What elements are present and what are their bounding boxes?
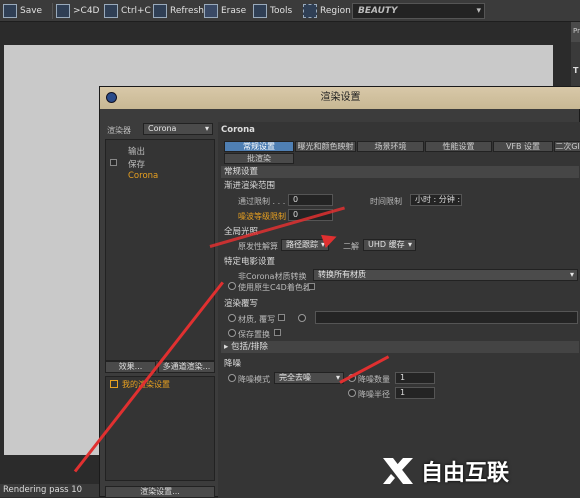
refresh-button[interactable]: Refresh (153, 3, 204, 19)
region-icon (303, 4, 317, 18)
watermark-logo: 自由互联 (381, 452, 576, 490)
send-to-c4d-button[interactable]: >C4D (56, 3, 99, 19)
section-progressive: 渐进渲染范围 (224, 181, 276, 191)
tree-item-corona[interactable]: Corona (128, 171, 158, 181)
renderer-select[interactable]: Corona (143, 123, 213, 135)
effects-button[interactable]: 效果... (105, 361, 156, 373)
panel-title: Corona (221, 125, 255, 135)
tab-batch[interactable]: 批渲染 (224, 153, 294, 164)
non-corona-select[interactable]: 转换所有材质 (313, 269, 578, 281)
section-denoise: 降噪 (224, 359, 242, 369)
multipass-button[interactable]: 多通道渲染... (158, 361, 215, 373)
save-icon (3, 4, 17, 18)
tab-environment[interactable]: 场景环境 (357, 141, 424, 152)
dialog-titlebar[interactable]: 渲染设置 (100, 87, 580, 109)
right-panel-tab[interactable]: Pr (571, 22, 580, 42)
render-settings-dialog: 渲染设置 渲染器 Corona 输出 保存 Corona 效果... 多通道渲染… (99, 86, 580, 498)
pass-limit-input[interactable]: 0 (288, 194, 333, 206)
section-general[interactable]: 常规设置 (221, 166, 579, 178)
section-override: 渲染覆写 (224, 299, 259, 309)
c4d-icon (56, 4, 70, 18)
region-button[interactable]: Region (303, 3, 351, 19)
include-exclude-toggle[interactable]: ▸ 包括/排除 (221, 341, 579, 353)
chevron-down-icon: ▾ (476, 6, 481, 16)
c4d-shader-checkbox[interactable] (308, 283, 315, 290)
tab-secondary-gi[interactable]: 二次GI (554, 141, 580, 152)
copy-button[interactable]: Ctrl+C (104, 3, 151, 19)
c4d-shader-radio[interactable] (228, 282, 236, 290)
tab-vfb[interactable]: VFB 设置 (493, 141, 553, 152)
mtl-override-checkbox[interactable] (278, 314, 285, 321)
mtl-link-radio[interactable] (298, 314, 306, 322)
denoise-radius-input[interactable]: 1 (395, 387, 435, 399)
tab-performance[interactable]: 性能设置 (425, 141, 492, 152)
denoise-mode-radio[interactable] (228, 374, 236, 382)
settings-icon (110, 380, 118, 388)
secondary-solver-select[interactable]: UHD 缓存 (363, 239, 416, 251)
denoise-amount-input[interactable]: 1 (395, 372, 435, 384)
dialog-title: 渲染设置 (320, 92, 361, 103)
tab-exposure[interactable]: 曝光和颜色映射 (295, 141, 356, 152)
erase-button[interactable]: Erase (204, 3, 246, 19)
tools-button[interactable]: Tools (253, 3, 292, 19)
tree-item-output[interactable]: 输出 (128, 145, 145, 157)
save-button[interactable]: Save (3, 3, 42, 19)
denoise-mode-select[interactable]: 完全去噪 (274, 372, 344, 384)
settings-tree: 输出 保存 Corona (105, 139, 215, 361)
right-panel-label: T (573, 66, 579, 75)
erase-icon (204, 4, 218, 18)
vfb-toolbar: Save >C4D Ctrl+C Refresh Erase Tools Reg… (0, 0, 580, 22)
keep-replace-checkbox[interactable] (274, 329, 281, 336)
renderer-row: 渲染器 Corona (105, 122, 215, 138)
render-element-select[interactable]: BEAUTY ▾ (352, 3, 485, 19)
keep-replace-radio[interactable] (228, 329, 236, 337)
denoise-radius-radio[interactable] (348, 389, 356, 397)
status-bar: Rendering pass 10 (0, 484, 100, 497)
primary-solver-select[interactable]: 路径跟踪 (281, 239, 329, 251)
tab-general[interactable]: 常规设置 (224, 141, 294, 152)
save-checkbox[interactable] (110, 159, 117, 166)
corona-settings-panel: Corona 常规设置 曝光和颜色映射 场景环境 性能设置 VFB 设置 二次G… (218, 122, 580, 498)
mtl-override-link[interactable] (315, 311, 578, 324)
triangle-right-icon: ▸ (224, 342, 231, 352)
section-material: 特定电影设置 (224, 257, 276, 267)
time-limit-input[interactable]: 小时 : 分钟 : (410, 194, 462, 206)
watermark-x-icon (383, 458, 413, 484)
tools-icon (253, 4, 267, 18)
render-settings-button[interactable]: 渲染设置... (105, 486, 215, 498)
render-settings-list: 我的渲染设置 (105, 376, 215, 481)
mtl-override-radio[interactable] (228, 314, 236, 322)
refresh-icon (153, 4, 167, 18)
tree-item-save[interactable]: 保存 (128, 158, 145, 170)
toolbar-separator (52, 3, 53, 19)
copy-icon (104, 4, 118, 18)
c4d-logo-icon (106, 92, 117, 103)
